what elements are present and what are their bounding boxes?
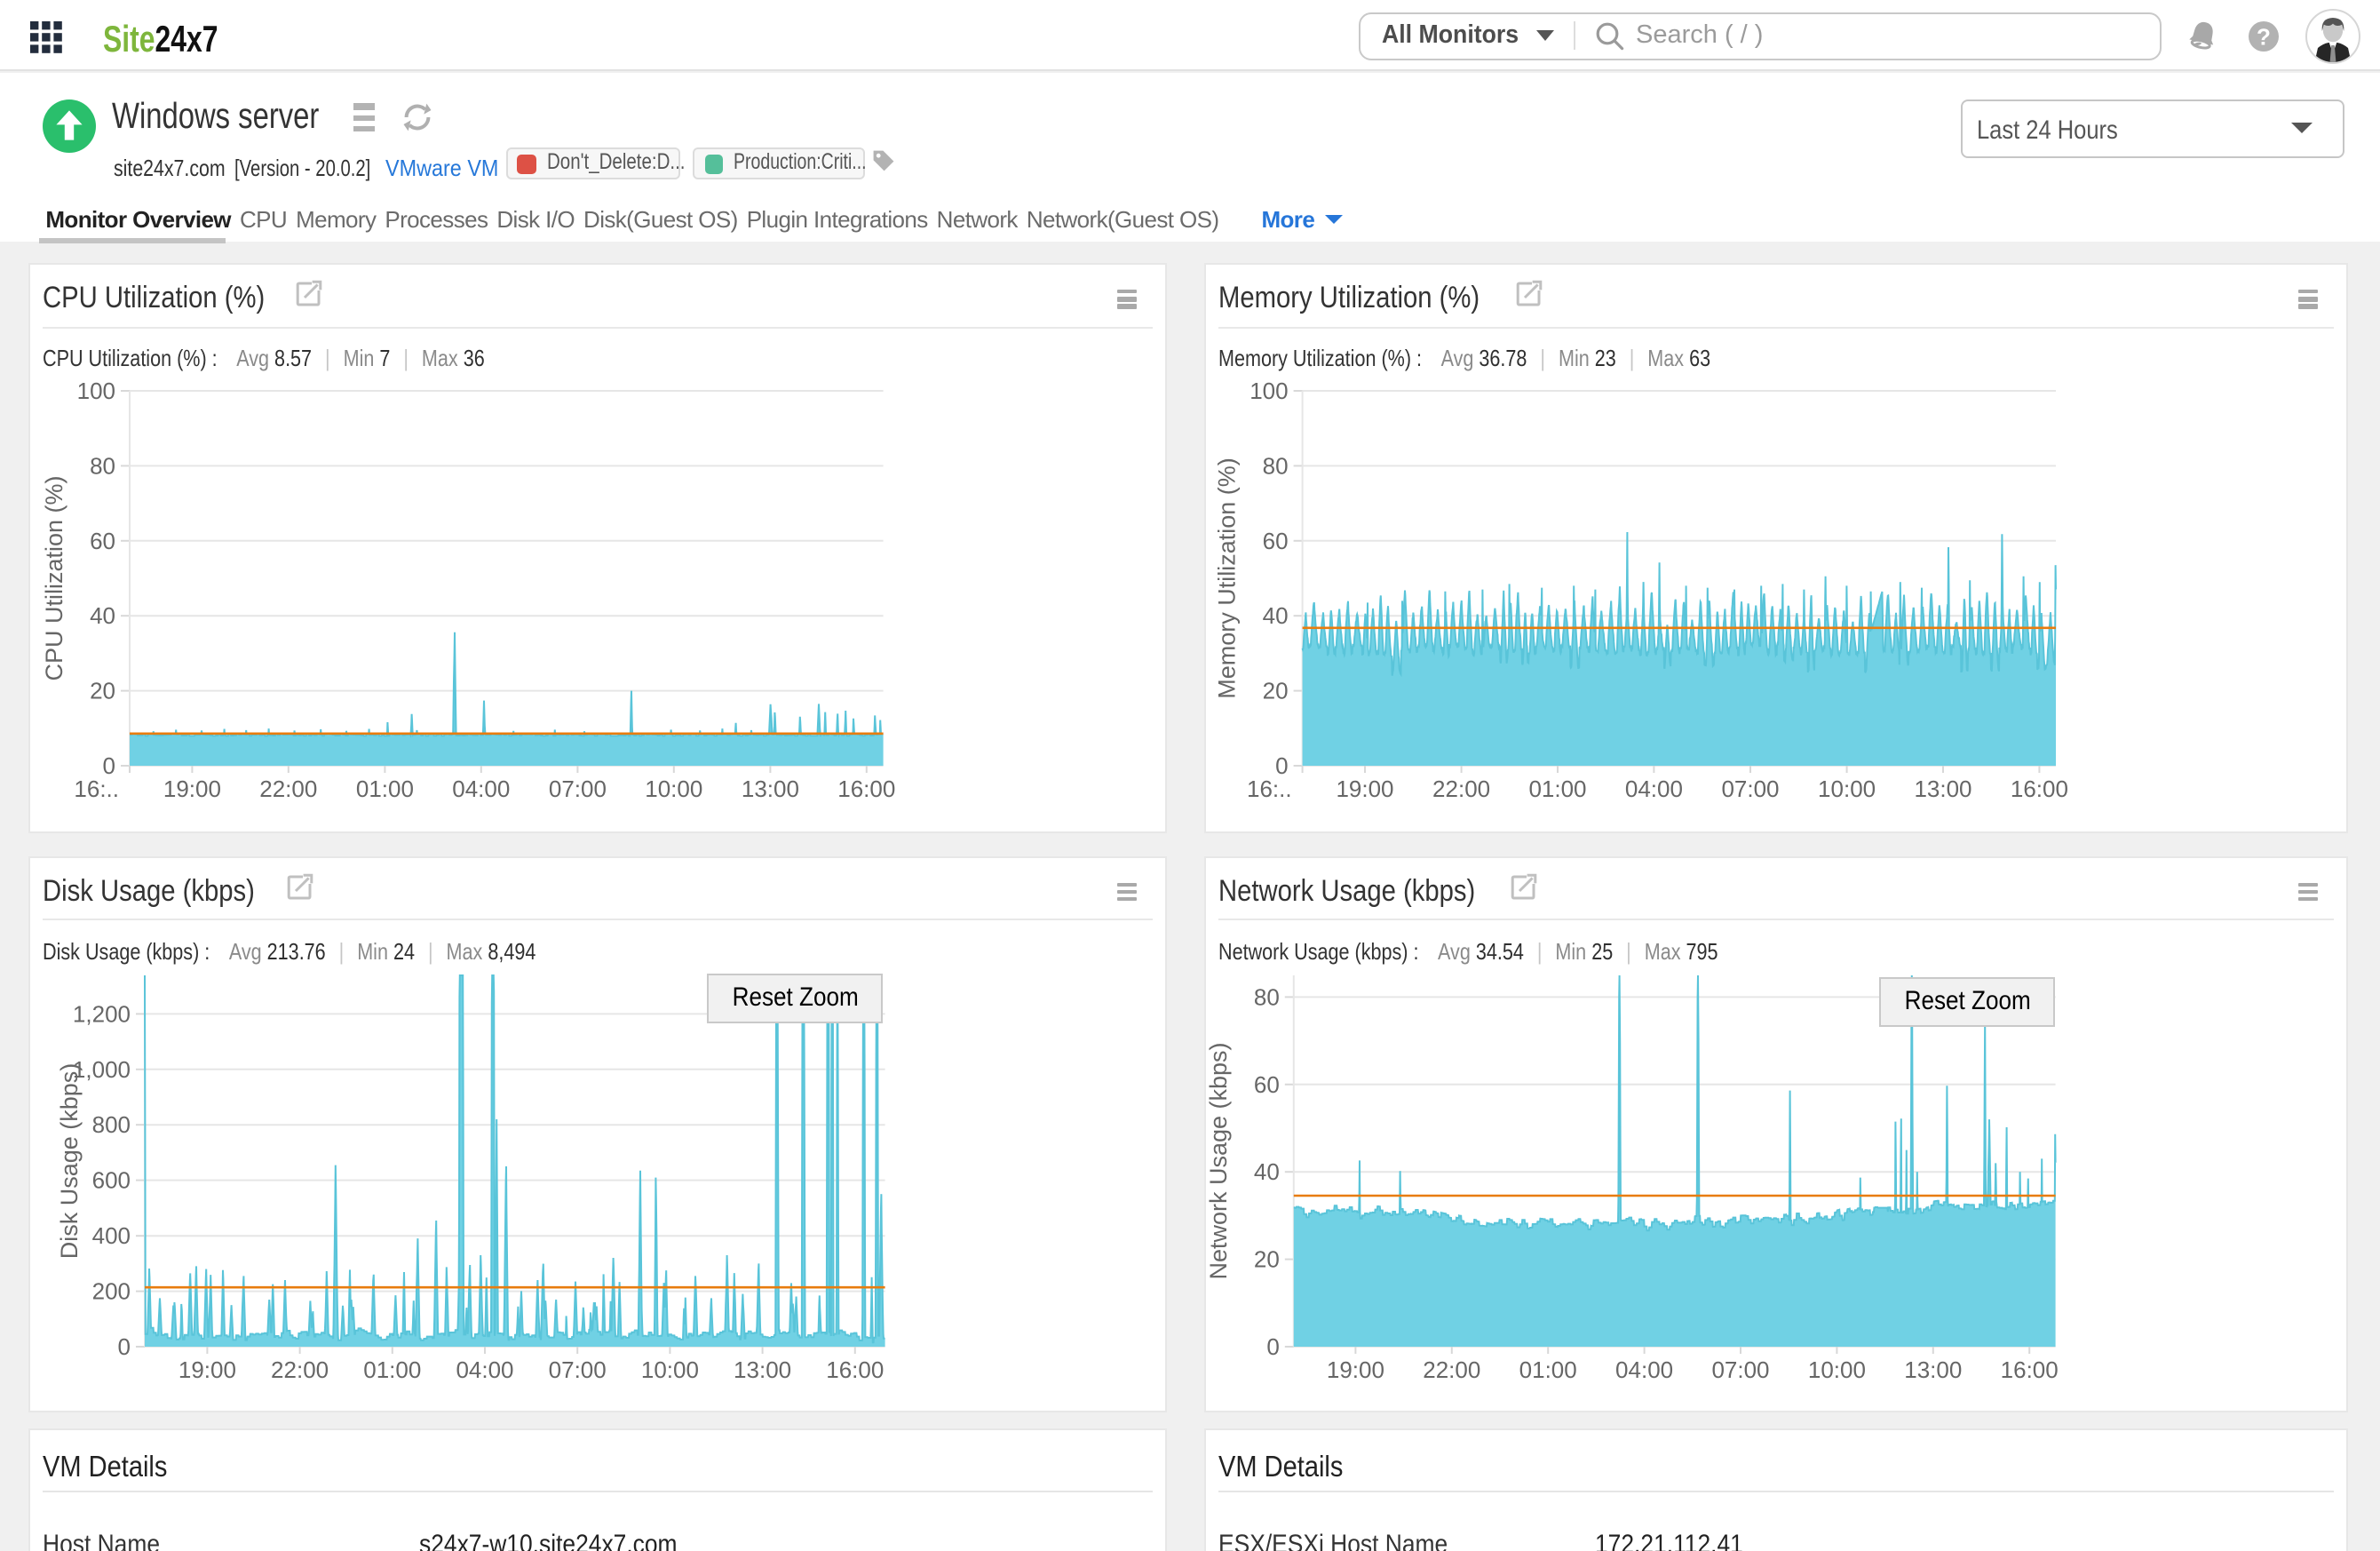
svg-text:200: 200 xyxy=(92,1277,131,1304)
svg-text:?: ? xyxy=(2257,22,2271,49)
svg-text:22:00: 22:00 xyxy=(271,1356,329,1382)
svg-text:0: 0 xyxy=(1265,1332,1278,1359)
svg-text:16:..: 16:.. xyxy=(1246,776,1291,802)
svg-text:40: 40 xyxy=(1262,602,1288,629)
svg-text:19:00: 19:00 xyxy=(1335,776,1392,802)
svg-text:07:00: 07:00 xyxy=(1720,776,1778,802)
svg-text:19:00: 19:00 xyxy=(1326,1356,1384,1382)
svg-text:10:00: 10:00 xyxy=(645,776,702,802)
svg-text:16:00: 16:00 xyxy=(837,776,895,802)
svg-text:Disk Usage (kbps): Disk Usage (kbps) xyxy=(56,1062,83,1259)
svg-text:Network Usage (kbps): Network Usage (kbps) xyxy=(1204,1041,1231,1278)
svg-text:22:00: 22:00 xyxy=(259,776,317,802)
svg-text:13:00: 13:00 xyxy=(1903,1356,1961,1382)
svg-text:100: 100 xyxy=(1249,378,1287,404)
svg-text:01:00: 01:00 xyxy=(356,776,414,802)
svg-text:01:00: 01:00 xyxy=(1519,1356,1576,1382)
svg-text:800: 800 xyxy=(92,1110,131,1137)
svg-text:10:00: 10:00 xyxy=(1807,1356,1865,1382)
svg-text:Memory Utilization (%): Memory Utilization (%) xyxy=(1213,457,1240,699)
svg-text:40: 40 xyxy=(1253,1157,1279,1184)
svg-text:CPU Utilization (%): CPU Utilization (%) xyxy=(41,475,67,680)
svg-text:60: 60 xyxy=(1262,528,1288,554)
svg-text:20: 20 xyxy=(1253,1245,1279,1272)
svg-text:07:00: 07:00 xyxy=(549,776,607,802)
svg-text:16:..: 16:.. xyxy=(74,776,119,802)
svg-text:04:00: 04:00 xyxy=(456,1356,513,1382)
svg-text:40: 40 xyxy=(90,602,115,629)
svg-text:07:00: 07:00 xyxy=(1710,1356,1768,1382)
svg-text:19:00: 19:00 xyxy=(178,1356,236,1382)
svg-text:22:00: 22:00 xyxy=(1432,776,1489,802)
svg-text:20: 20 xyxy=(90,678,115,704)
svg-text:04:00: 04:00 xyxy=(1614,1356,1672,1382)
svg-text:20: 20 xyxy=(1262,678,1288,704)
svg-text:60: 60 xyxy=(90,528,115,554)
svg-text:16:00: 16:00 xyxy=(2000,1356,2058,1382)
svg-text:16:00: 16:00 xyxy=(2010,776,2067,802)
svg-text:01:00: 01:00 xyxy=(1527,776,1585,802)
svg-text:80: 80 xyxy=(1262,452,1288,479)
svg-text:80: 80 xyxy=(1253,982,1279,1009)
svg-text:19:00: 19:00 xyxy=(163,776,221,802)
svg-text:0: 0 xyxy=(118,1332,131,1359)
svg-text:10:00: 10:00 xyxy=(641,1356,699,1382)
svg-text:07:00: 07:00 xyxy=(549,1356,607,1382)
svg-text:60: 60 xyxy=(1253,1070,1279,1097)
svg-text:16:00: 16:00 xyxy=(826,1356,884,1382)
svg-text:01:00: 01:00 xyxy=(363,1356,421,1382)
svg-text:04:00: 04:00 xyxy=(1624,776,1682,802)
svg-text:400: 400 xyxy=(92,1221,131,1248)
svg-text:13:00: 13:00 xyxy=(1913,776,1971,802)
svg-text:22:00: 22:00 xyxy=(1422,1356,1480,1382)
svg-text:04:00: 04:00 xyxy=(452,776,510,802)
svg-text:10:00: 10:00 xyxy=(1817,776,1875,802)
svg-text:1,200: 1,200 xyxy=(73,999,131,1026)
svg-text:600: 600 xyxy=(92,1166,131,1193)
svg-text:80: 80 xyxy=(90,452,115,479)
svg-text:100: 100 xyxy=(77,378,115,404)
svg-text:13:00: 13:00 xyxy=(734,1356,791,1382)
svg-text:13:00: 13:00 xyxy=(742,776,799,802)
